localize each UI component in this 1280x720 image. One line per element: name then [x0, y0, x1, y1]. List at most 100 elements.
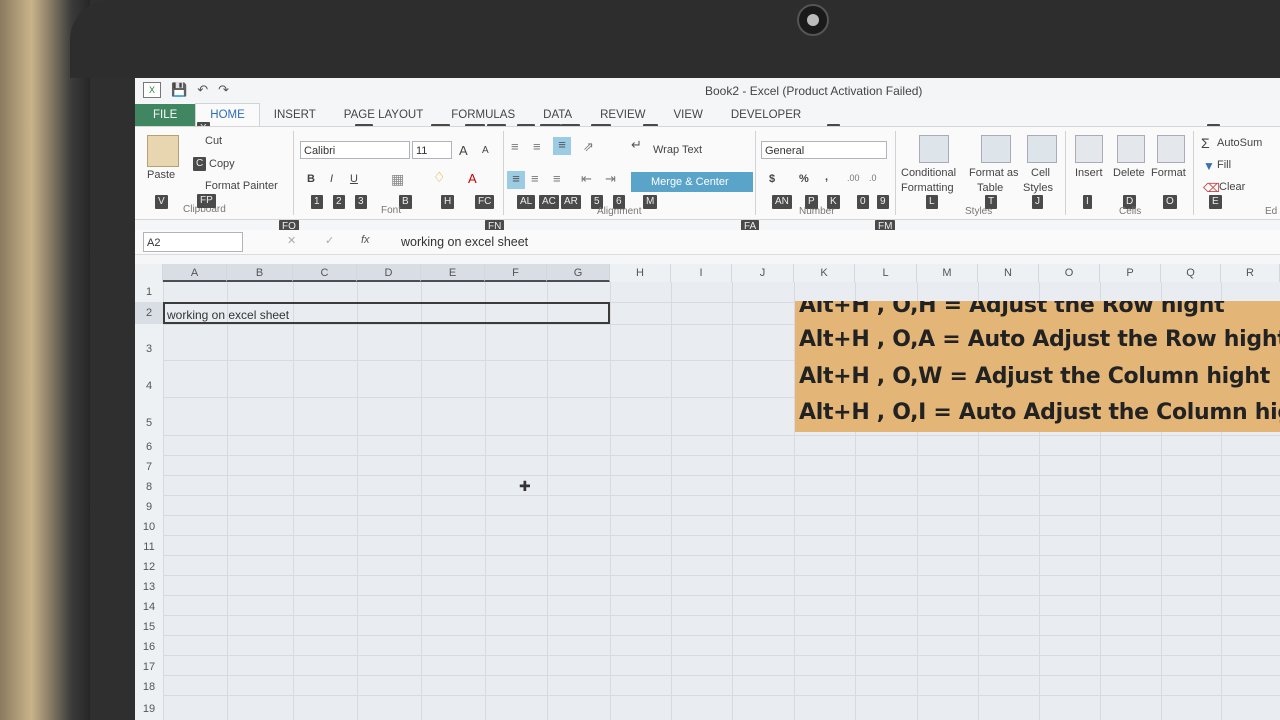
column-header[interactable]: F [485, 264, 547, 282]
format-cells-button[interactable]: Format [1151, 167, 1186, 179]
cancel-entry-icon[interactable]: ✕ [287, 234, 296, 247]
row-header[interactable]: 17 [135, 655, 163, 675]
row-header[interactable]: 5 [135, 397, 163, 435]
increase-indent-icon[interactable]: ⇥ [605, 171, 616, 187]
tab-view[interactable]: VIEW [659, 104, 716, 126]
font-color-icon[interactable]: A [468, 171, 477, 186]
paste-button[interactable]: Paste [147, 169, 175, 181]
column-header[interactable]: Q [1161, 264, 1221, 282]
column-header[interactable]: R [1221, 264, 1280, 282]
row-header[interactable]: 13 [135, 575, 163, 595]
column-header[interactable]: N [978, 264, 1039, 282]
currency-button[interactable]: $ [769, 173, 775, 185]
select-all-corner[interactable] [135, 264, 163, 282]
row-header[interactable]: 2 [135, 302, 163, 324]
delete-cells-button[interactable]: Delete [1113, 167, 1145, 179]
format-cells-icon[interactable] [1157, 135, 1185, 163]
column-header[interactable]: M [917, 264, 978, 282]
insert-cells-button[interactable]: Insert [1075, 167, 1103, 179]
tab-page-layout[interactable]: PAGE LAYOUT [330, 104, 437, 126]
undo-icon[interactable]: ↶ [197, 82, 208, 98]
number-format-select[interactable]: General [761, 141, 887, 159]
font-size-select[interactable]: 11 [412, 141, 452, 159]
fill-color-icon[interactable]: ♢ [433, 169, 446, 186]
borders-icon[interactable]: ▦ [391, 171, 404, 188]
tab-developer[interactable]: DEVELOPER [717, 104, 815, 126]
clear-button[interactable]: Clear [1219, 181, 1245, 193]
align-center-icon[interactable]: ≡ [531, 171, 539, 186]
save-icon[interactable]: 💾 [171, 82, 187, 98]
tab-formulas[interactable]: FORMULAS [437, 104, 529, 126]
orientation-icon[interactable]: ⇗ [583, 139, 594, 155]
decrease-decimal-icon[interactable]: .0 [869, 173, 877, 183]
paste-icon[interactable] [147, 135, 179, 167]
underline-button[interactable]: U [350, 173, 358, 185]
insert-function-button[interactable]: fx [361, 234, 370, 246]
column-header[interactable]: H [610, 264, 671, 282]
grow-font-button[interactable]: A [459, 143, 468, 158]
column-header[interactable]: C [293, 264, 357, 282]
align-middle-icon[interactable]: ≡ [533, 139, 541, 154]
increase-decimal-icon[interactable]: .00 [847, 173, 860, 183]
shrink-font-button[interactable]: A [482, 145, 489, 156]
row-header[interactable]: 19 [135, 695, 163, 720]
row-header[interactable]: 4 [135, 360, 163, 397]
conditional-formatting-icon[interactable] [919, 135, 949, 163]
row-header[interactable]: 11 [135, 535, 163, 555]
copy-button[interactable]: Copy [209, 158, 235, 170]
row-header[interactable]: 7 [135, 455, 163, 475]
align-right-icon[interactable]: ≡ [553, 171, 561, 186]
font-name-select[interactable]: Calibri [300, 141, 410, 159]
delete-cells-icon[interactable] [1117, 135, 1145, 163]
column-header[interactable]: P [1100, 264, 1161, 282]
align-left-icon[interactable]: ≡ [507, 171, 525, 189]
column-header[interactable]: B [227, 264, 293, 282]
percent-button[interactable]: % [799, 173, 809, 185]
format-as-table-button[interactable]: Format as [969, 167, 1019, 179]
wrap-text-button[interactable]: Wrap Text [653, 144, 702, 156]
row-header[interactable]: 12 [135, 555, 163, 575]
column-header[interactable]: D [357, 264, 421, 282]
merge-center-button[interactable]: Merge & Center [631, 172, 753, 192]
enter-entry-icon[interactable]: ✓ [325, 234, 334, 247]
fill-button[interactable]: Fill [1217, 159, 1231, 171]
align-top-icon[interactable]: ≡ [511, 139, 519, 154]
row-header[interactable]: 8 [135, 475, 163, 495]
column-header[interactable]: L [855, 264, 917, 282]
row-header[interactable]: 9 [135, 495, 163, 515]
column-header[interactable]: A [163, 264, 227, 282]
column-header[interactable]: E [421, 264, 485, 282]
row-header[interactable]: 3 [135, 324, 163, 360]
format-as-table-icon[interactable] [981, 135, 1011, 163]
insert-cells-icon[interactable] [1075, 135, 1103, 163]
tab-file[interactable]: FILE [135, 104, 196, 126]
align-bottom-icon[interactable]: ≡ [553, 137, 571, 155]
tab-review[interactable]: REVIEW [586, 104, 659, 126]
formula-input[interactable]: working on excel sheet [401, 235, 528, 249]
tab-insert[interactable]: INSERT [260, 104, 330, 126]
redo-icon[interactable]: ↷ [218, 82, 229, 98]
cell-styles-icon[interactable] [1027, 135, 1057, 163]
tab-data[interactable]: DATA [529, 104, 586, 126]
cut-button[interactable]: Cut [205, 135, 222, 147]
name-box[interactable]: A2 [143, 232, 243, 252]
column-header[interactable]: I [671, 264, 732, 282]
format-painter-button[interactable]: Format Painter [205, 180, 278, 192]
row-header[interactable]: 14 [135, 595, 163, 615]
column-header[interactable]: O [1039, 264, 1100, 282]
cell-a2[interactable]: working on excel sheet [167, 308, 289, 322]
row-header[interactable]: 18 [135, 675, 163, 695]
italic-button[interactable]: I [330, 173, 333, 185]
column-header[interactable]: G [547, 264, 610, 282]
row-header[interactable]: 16 [135, 635, 163, 655]
comma-button[interactable]: , [825, 171, 828, 183]
column-header[interactable]: K [794, 264, 855, 282]
bold-button[interactable]: B [307, 173, 315, 185]
row-header[interactable]: 1 [135, 282, 163, 302]
autosum-button[interactable]: AutoSum [1217, 137, 1262, 149]
row-header[interactable]: 15 [135, 615, 163, 635]
cell-styles-button[interactable]: Cell [1031, 167, 1050, 179]
conditional-formatting-button[interactable]: Conditional [901, 167, 956, 179]
row-header[interactable]: 6 [135, 435, 163, 455]
column-header[interactable]: J [732, 264, 794, 282]
